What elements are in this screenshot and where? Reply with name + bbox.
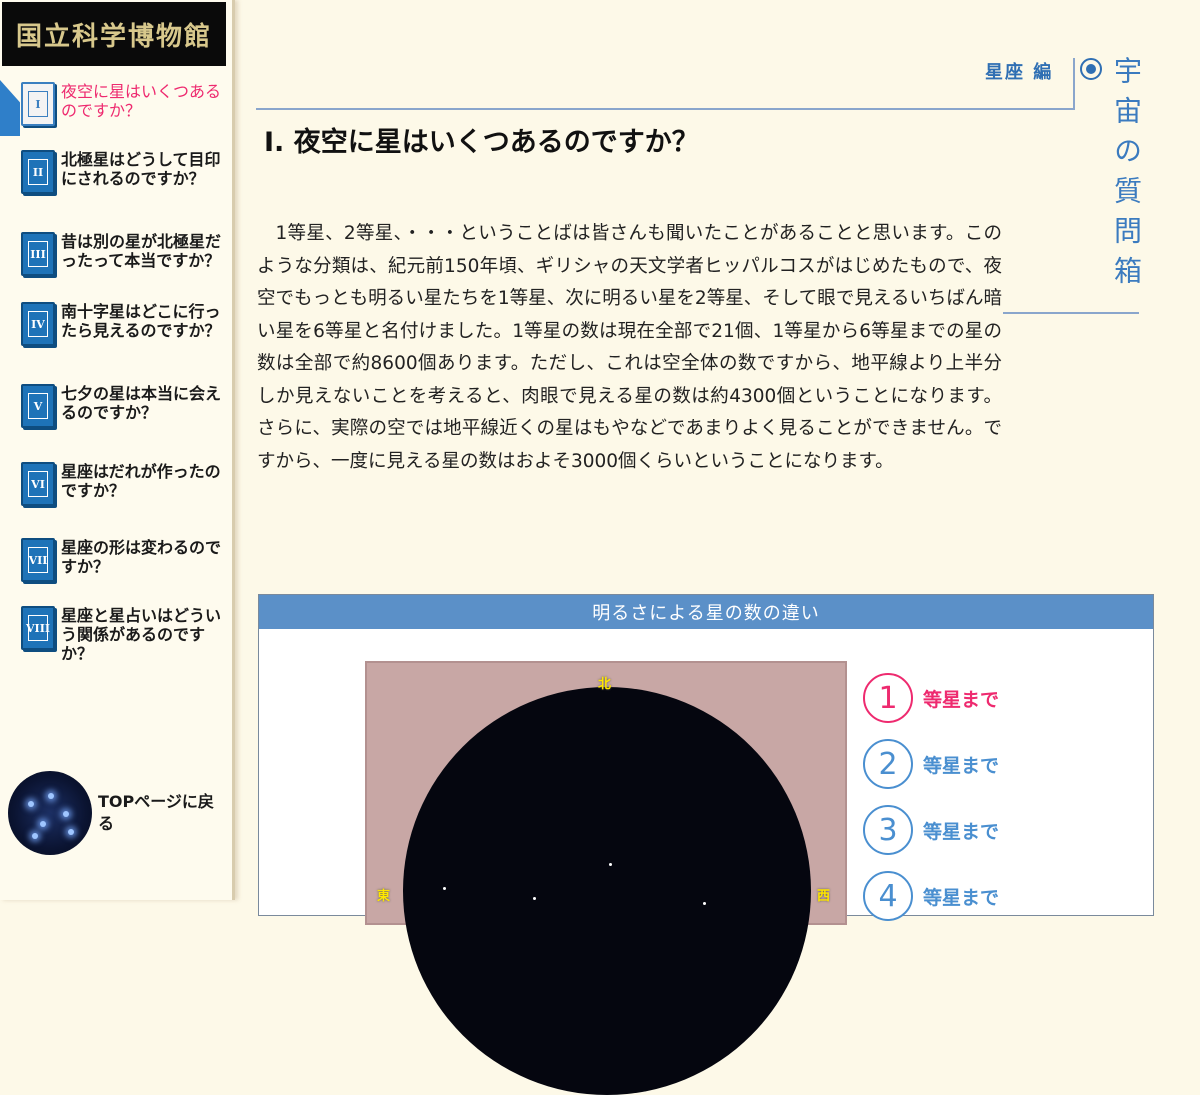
page-title: I. 夜空に星はいくつあるのですか？ (264, 127, 699, 158)
sidebar-item-label: 北極星はどうして目印にされるのですか？ (61, 150, 221, 188)
sidebar-item-label: 星座の形は変わるのですか？ (61, 538, 222, 576)
sidebar-item-6[interactable]: VI 星座はだれが作ったのですか？ (0, 462, 228, 506)
sky-map: 北 東 西 (365, 661, 847, 1095)
sidebar: 国立科学博物館 I 夜空に星はいくつあるのですか？ II 北極星はどうして目印に… (0, 0, 235, 900)
sidebar-item-label: 七夕の星は本当に会えるのですか？ (61, 384, 222, 422)
numeral-icon: VI (28, 471, 48, 497)
numeral-icon: II (28, 159, 48, 185)
sidebar-item-3[interactable]: III 昔は別の星が北極星だったって本当ですか？ (0, 232, 228, 276)
body-text: 1等星、2等星、・・・ということばは皆さんも聞いたことがあることと思います。この… (257, 223, 1002, 472)
section-title: 宇宙の質問箱 (1110, 56, 1143, 296)
star (609, 863, 612, 866)
number-circle-icon: 3 (863, 805, 913, 855)
numeral-icon: V (28, 393, 48, 419)
sidebar-item-4[interactable]: IV 南十字星はどこに行ったら見えるのですか？ (0, 302, 228, 346)
header-divider (1073, 58, 1075, 110)
magnitude-label: 等星まで (923, 688, 1000, 711)
sidebar-item-8[interactable]: VIII 星座と星占いはどういう関係があるのですか？ (0, 606, 228, 663)
compass-east: 東 (377, 889, 391, 904)
numeral-icon: VIII (26, 615, 50, 641)
book-icon: VIII (21, 606, 55, 650)
magnitude-label: 等星まで (923, 886, 1000, 909)
star-count-figure: 明るさによる星の数の違い 北 東 西 1 等星まで 2 等星まで 3 等星まで … (258, 594, 1154, 1095)
figure-caption: 明るさによる星の数の違い (259, 595, 1153, 629)
book-icon: II (21, 150, 55, 194)
top-page-link[interactable]: TOPページに戻る (8, 770, 228, 856)
title-rule (1003, 312, 1139, 314)
header-rule (256, 108, 1074, 110)
numeral-icon: IV (28, 311, 48, 337)
sidebar-item-label: 夜空に星はいくつあるのですか？ (61, 82, 222, 120)
compass-north: 北 (598, 677, 612, 692)
numeral-icon: I (28, 91, 48, 117)
night-sky (403, 687, 811, 1095)
sidebar-item-label: 南十字星はどこに行ったら見えるのですか？ (61, 302, 221, 340)
book-icon: III (21, 232, 55, 276)
sidebar-item-7[interactable]: VII 星座の形は変わるのですか？ (0, 538, 228, 582)
sidebar-item-label: 星座と星占いはどういう関係があるのですか？ (61, 606, 222, 663)
number-circle-icon: 2 (863, 739, 913, 789)
number-circle-icon: 4 (863, 871, 913, 921)
sidebar-item-2[interactable]: II 北極星はどうして目印にされるのですか？ (0, 150, 228, 194)
book-icon: V (21, 384, 55, 428)
pleiades-icon (8, 771, 92, 855)
sidebar-item-1[interactable]: I 夜空に星はいくつあるのですか？ (0, 82, 228, 126)
sidebar-item-5[interactable]: V 七夕の星は本当に会えるのですか？ (0, 384, 228, 428)
star (443, 887, 446, 890)
number-circle-icon: 1 (863, 673, 913, 723)
magnitude-button-2[interactable]: 2 等星まで (863, 739, 1033, 789)
museum-logo[interactable]: 国立科学博物館 (2, 2, 226, 66)
sidebar-item-label: 昔は別の星が北極星だったって本当ですか？ (61, 232, 222, 270)
book-icon: VII (21, 538, 55, 582)
book-icon: I (21, 82, 55, 126)
compass-west: 西 (817, 889, 831, 904)
magnitude-button-4[interactable]: 4 等星まで (863, 871, 1033, 921)
magnitude-label: 等星まで (923, 820, 1000, 843)
numeral-icon: VII (28, 547, 48, 573)
sidebar-item-label: 星座はだれが作ったのですか？ (61, 462, 221, 500)
target-icon (1080, 58, 1102, 80)
magnitude-button-3[interactable]: 3 等星まで (863, 805, 1033, 855)
magnitude-label: 等星まで (923, 754, 1000, 777)
category-label: 星座 編 (985, 62, 1054, 83)
numeral-icon: III (28, 241, 48, 267)
book-icon: IV (21, 302, 55, 346)
star (703, 902, 706, 905)
book-icon: VI (21, 462, 55, 506)
magnitude-button-1[interactable]: 1 等星まで (863, 673, 1033, 723)
top-page-label: TOPページに戻る (98, 792, 214, 833)
